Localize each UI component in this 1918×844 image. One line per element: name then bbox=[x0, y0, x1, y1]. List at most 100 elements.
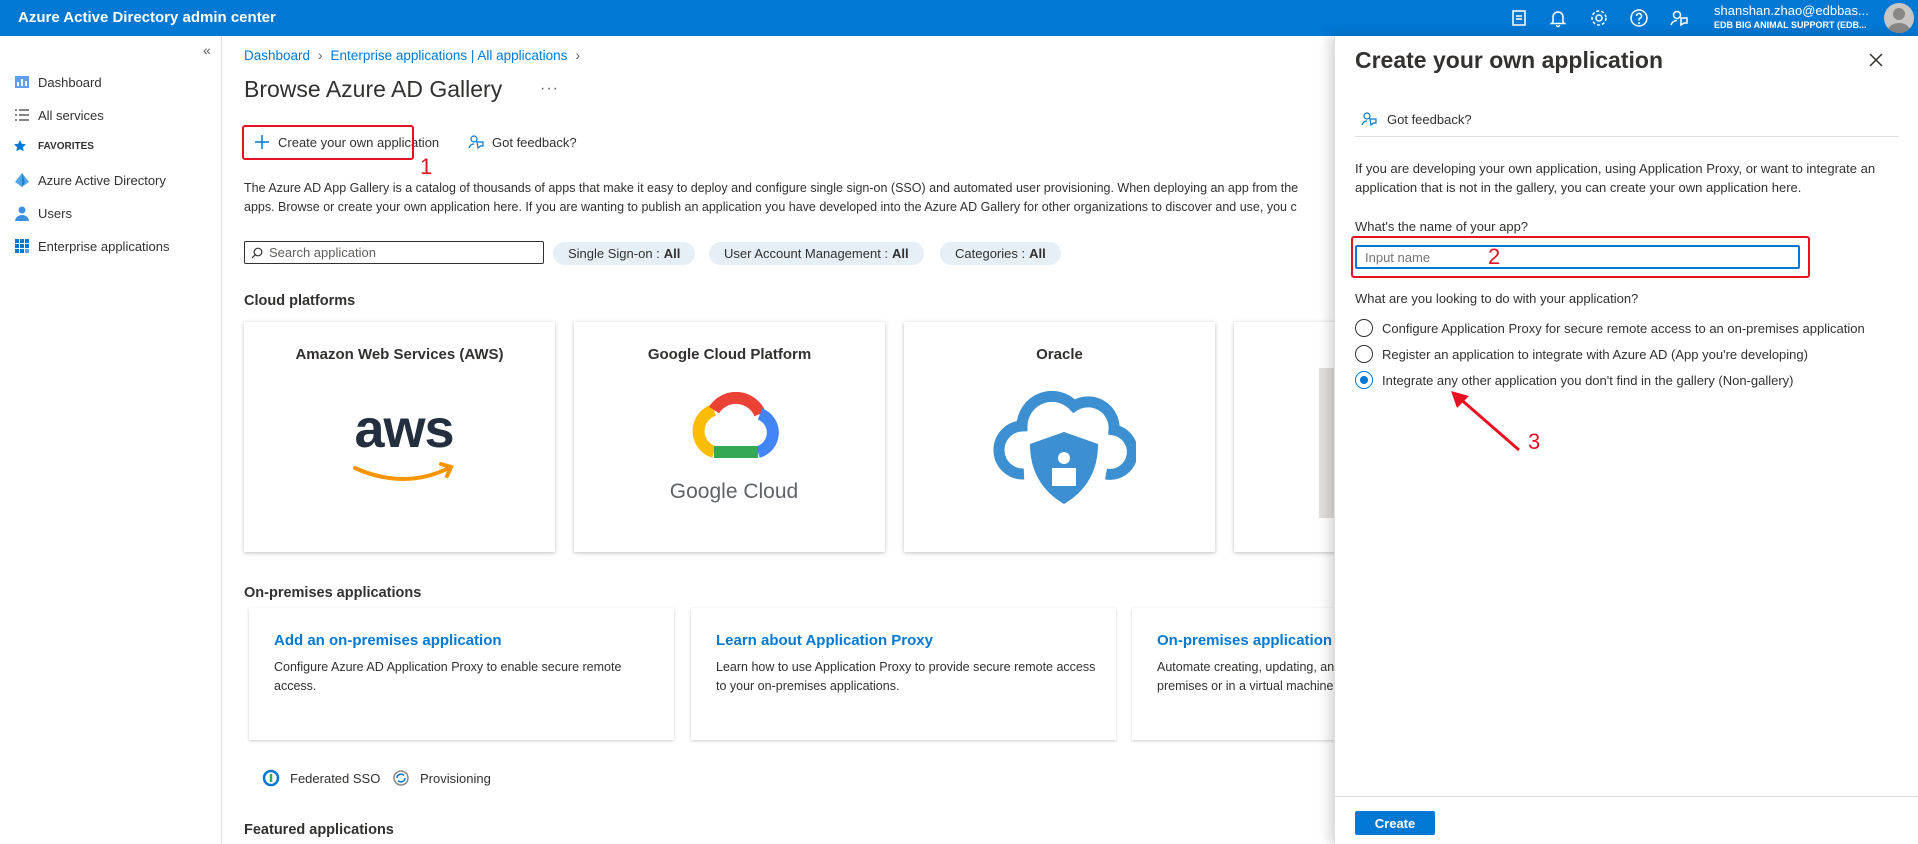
list-icon bbox=[15, 109, 29, 121]
radio-label: Register an application to integrate wit… bbox=[1382, 346, 1808, 362]
filter-name: User Account Management : bbox=[724, 246, 889, 261]
onprem-card-desc: Learn how to use Application Proxy to pr… bbox=[716, 660, 1096, 693]
cloud-card-aws[interactable]: Amazon Web Services (AWS) aws bbox=[244, 322, 555, 552]
annotation-number-1: 1 bbox=[420, 154, 433, 179]
radio-register-application[interactable]: Register an application to integrate wit… bbox=[1355, 344, 1808, 364]
filter-value: All bbox=[663, 246, 681, 261]
app-name-label: What's the name of your app? bbox=[1355, 219, 1529, 234]
aws-logo: aws bbox=[329, 368, 479, 518]
radio-label: Configure Application Proxy for secure r… bbox=[1382, 320, 1865, 336]
onprem-card-add[interactable]: Add an on-premises application Configure… bbox=[249, 608, 674, 740]
legend-federated-sso: Federated SSO bbox=[262, 769, 380, 787]
filter-user-account-management[interactable]: User Account Management : All bbox=[709, 242, 924, 265]
google-cloud-icon bbox=[692, 392, 779, 458]
create-application-panel: Create your own application Got feedback… bbox=[1334, 36, 1918, 844]
panel-description: If you are developing your own applicati… bbox=[1355, 161, 1876, 195]
nav-item-label: Enterprise applications bbox=[38, 238, 170, 254]
avatar-person-icon bbox=[1887, 8, 1911, 33]
aws-smile-icon bbox=[353, 462, 454, 481]
search-icon bbox=[251, 247, 263, 258]
avatar[interactable] bbox=[1884, 3, 1914, 33]
panel-title: Create your own application bbox=[1355, 47, 1663, 73]
search-box[interactable]: Search application bbox=[244, 241, 544, 264]
got-feedback-button[interactable]: Got feedback? bbox=[468, 127, 577, 157]
nav-item-dashboard[interactable]: Dashboard bbox=[14, 71, 102, 93]
user-org: EDB BIG ANIMAL SUPPORT (EDB... bbox=[1714, 20, 1867, 30]
top-bar: Azure Active Directory admin center shan… bbox=[0, 0, 1918, 36]
nav-item-enterprise-applications[interactable]: Enterprise applications bbox=[14, 235, 170, 257]
nav-item-all-services[interactable]: All services bbox=[14, 104, 104, 126]
nav-item-label: All services bbox=[38, 107, 104, 123]
bell-icon[interactable] bbox=[1548, 8, 1568, 28]
annotation-box-1 bbox=[242, 125, 414, 160]
radio-label: Integrate any other application you don'… bbox=[1382, 372, 1794, 388]
enterprise-apps-icon bbox=[15, 239, 29, 253]
more-options-button[interactable]: ··· bbox=[540, 80, 559, 98]
search-input[interactable]: Search application bbox=[269, 245, 376, 260]
federated-sso-icon bbox=[262, 769, 280, 787]
nav-item-label: Dashboard bbox=[38, 74, 102, 90]
google-cloud-logo: Google Cloud bbox=[659, 368, 809, 518]
card-name: Oracle bbox=[1036, 346, 1083, 363]
close-icon[interactable] bbox=[1868, 52, 1884, 68]
feedback-icon[interactable] bbox=[1669, 8, 1689, 28]
annotation-number-2: 2 bbox=[1488, 244, 1501, 269]
aad-icon bbox=[15, 173, 29, 187]
onprem-card-title[interactable]: Learn about Application Proxy bbox=[716, 632, 933, 649]
star-icon bbox=[14, 140, 26, 152]
cloud-card-google[interactable]: Google Cloud Platform Google Cloud bbox=[574, 322, 885, 552]
aws-logo-text: aws bbox=[354, 399, 454, 459]
panel-feedback-label: Got feedback? bbox=[1387, 111, 1472, 127]
gear-icon[interactable] bbox=[1589, 8, 1609, 28]
legend-provisioning: Provisioning bbox=[392, 769, 491, 787]
help-icon[interactable] bbox=[1629, 8, 1649, 28]
collapse-nav-button[interactable]: « bbox=[203, 42, 211, 58]
breadcrumb-enterprise-apps[interactable]: Enterprise applications | All applicatio… bbox=[331, 48, 568, 63]
radio-circle-selected[interactable] bbox=[1355, 371, 1373, 389]
legend-label: Provisioning bbox=[420, 770, 491, 786]
left-nav: « Dashboard All services FAVORITES Azure… bbox=[0, 36, 222, 844]
chevron-right-icon: › bbox=[318, 48, 323, 63]
filter-name: Categories : bbox=[955, 246, 1026, 261]
panel-footer-divider bbox=[1335, 796, 1918, 797]
nav-item-label: Azure Active Directory bbox=[38, 172, 166, 188]
create-button[interactable]: Create bbox=[1355, 811, 1435, 835]
onprem-card-learn[interactable]: Learn about Application Proxy Learn how … bbox=[691, 608, 1116, 740]
cloud-card-oracle[interactable]: Oracle bbox=[904, 322, 1215, 552]
onprem-card-application[interactable]: On-premises application Automate creatin… bbox=[1132, 608, 1334, 740]
gallery-description: The Azure AD App Gallery is a catalog of… bbox=[244, 179, 1334, 217]
cloud-shield-icon bbox=[993, 390, 1136, 504]
onprem-card-title[interactable]: Add an on-premises application bbox=[274, 632, 502, 649]
favorites-header: FAVORITES bbox=[14, 140, 94, 152]
onprem-card-desc: Configure Azure AD Application Proxy to … bbox=[274, 660, 622, 693]
on-premises-heading: On-premises applications bbox=[244, 585, 422, 601]
divider bbox=[1355, 136, 1899, 137]
radio-application-proxy[interactable]: Configure Application Proxy for secure r… bbox=[1355, 318, 1865, 338]
filter-categories[interactable]: Categories : All bbox=[940, 242, 1061, 265]
chevron-right-icon: › bbox=[575, 48, 580, 63]
cloud-card-partial[interactable] bbox=[1234, 322, 1334, 552]
users-icon bbox=[15, 206, 29, 221]
filter-single-sign-on[interactable]: Single Sign-on : All bbox=[553, 242, 696, 265]
radio-circle[interactable] bbox=[1355, 319, 1373, 337]
nav-item-label: Users bbox=[38, 205, 72, 221]
annotation-box-2 bbox=[1351, 236, 1810, 278]
oracle-logo bbox=[989, 368, 1139, 518]
google-cloud-text: Google Cloud bbox=[669, 480, 799, 503]
partial-logo bbox=[1319, 368, 1334, 518]
breadcrumb-dashboard[interactable]: Dashboard bbox=[244, 48, 310, 63]
legend-label: Federated SSO bbox=[290, 770, 381, 786]
onprem-card-title[interactable]: On-premises application bbox=[1157, 632, 1332, 649]
panel-feedback-button[interactable]: Got feedback? bbox=[1361, 108, 1472, 130]
app-title[interactable]: Azure Active Directory admin center bbox=[18, 9, 276, 26]
onprem-card-desc: Automate creating, updating, an premises… bbox=[1157, 660, 1334, 693]
user-account[interactable]: shanshan.zhao@edbbas... EDB BIG ANIMAL S… bbox=[1714, 3, 1874, 30]
portal-switch-icon[interactable] bbox=[1509, 8, 1529, 28]
page-title: Browse Azure AD Gallery bbox=[244, 76, 503, 102]
feedback-label: Got feedback? bbox=[492, 134, 577, 150]
purpose-question: What are you looking to do with your app… bbox=[1355, 291, 1639, 306]
radio-non-gallery[interactable]: Integrate any other application you don'… bbox=[1355, 370, 1794, 390]
nav-item-users[interactable]: Users bbox=[14, 202, 72, 224]
nav-item-azure-active-directory[interactable]: Azure Active Directory bbox=[14, 169, 166, 191]
radio-circle[interactable] bbox=[1355, 345, 1373, 363]
